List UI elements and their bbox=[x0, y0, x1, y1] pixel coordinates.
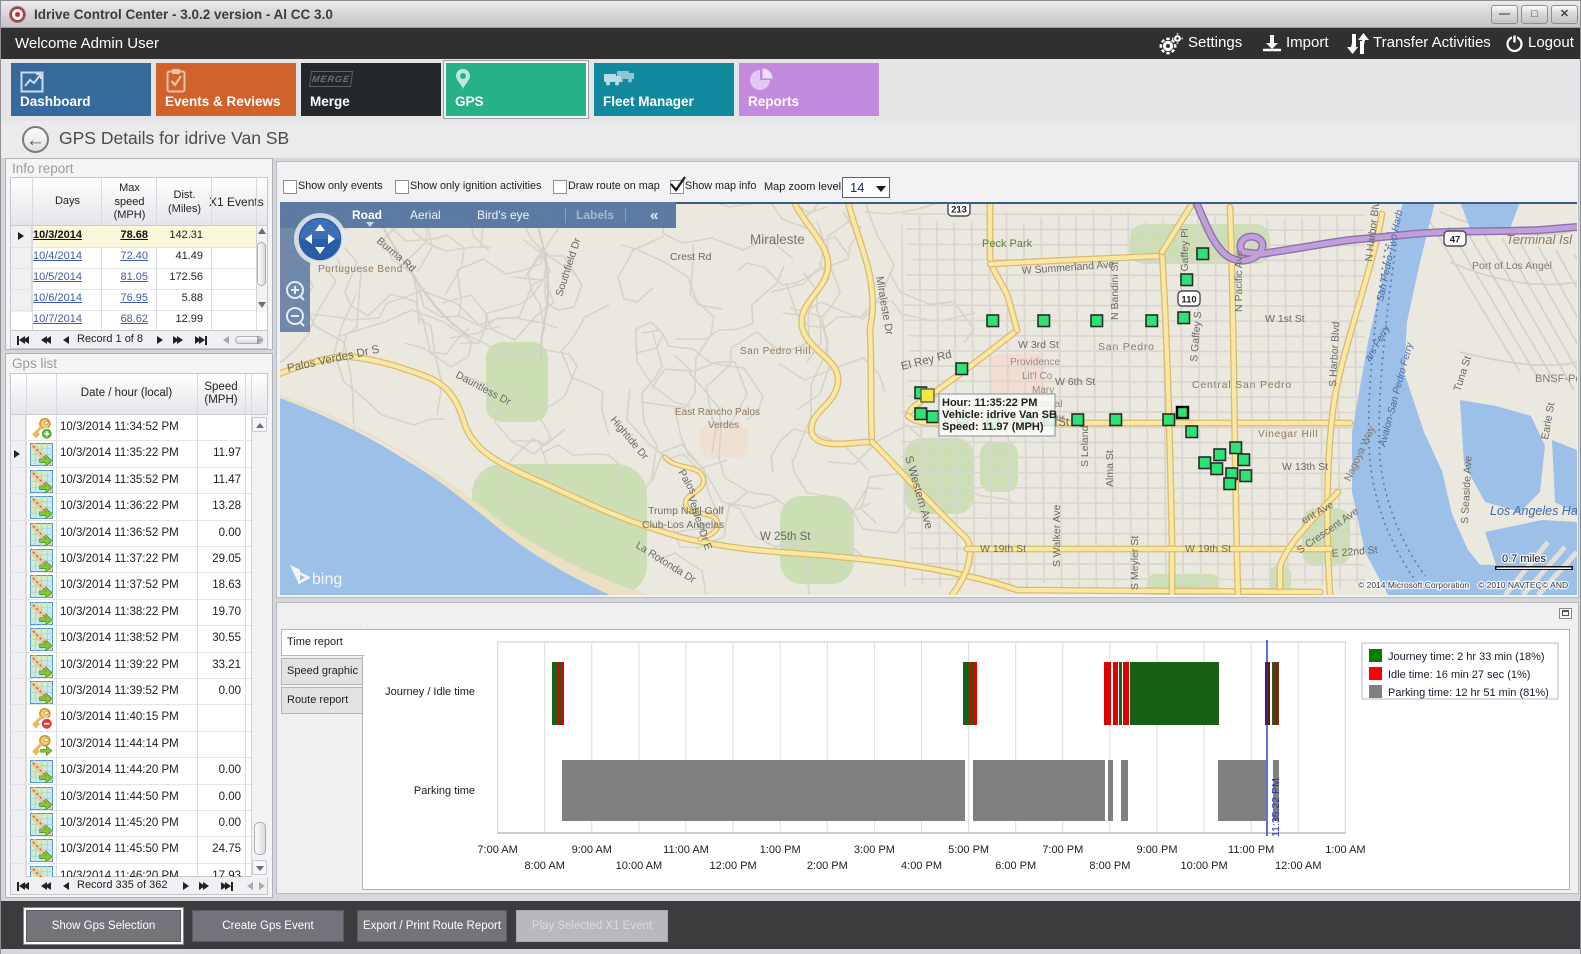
svg-text:Idle time: 16 min 27 sec (1%): Idle time: 16 min 27 sec (1%) bbox=[1388, 669, 1530, 681]
svg-text:6:00 PM: 6:00 PM bbox=[995, 860, 1036, 872]
svg-text:Providence: Providence bbox=[1010, 357, 1060, 368]
svg-text:12:00 PM: 12:00 PM bbox=[710, 860, 757, 872]
svg-text:0.7 miles: 0.7 miles bbox=[1502, 553, 1547, 565]
svg-text:8:00 PM: 8:00 PM bbox=[1089, 860, 1130, 872]
svg-text:Parking time: Parking time bbox=[414, 785, 475, 797]
svg-text:© AND: © AND bbox=[1542, 580, 1568, 590]
svg-text:213: 213 bbox=[951, 205, 967, 216]
svg-text:Port of Los Angel: Port of Los Angel bbox=[1472, 260, 1552, 272]
svg-text:W 19th St: W 19th St bbox=[980, 543, 1026, 555]
svg-text:3:00 PM: 3:00 PM bbox=[854, 844, 895, 856]
svg-text:W 13th St: W 13th St bbox=[1282, 461, 1328, 473]
svg-text:8:00 AM: 8:00 AM bbox=[525, 860, 565, 872]
svg-text:© 2010 NAVTEQ: © 2010 NAVTEQ bbox=[1478, 580, 1543, 590]
svg-text:7:00 AM: 7:00 AM bbox=[477, 844, 517, 856]
svg-text:Central San Pedro: Central San Pedro bbox=[1192, 379, 1292, 391]
svg-text:East Rancho Palos: East Rancho Palos bbox=[675, 407, 760, 418]
svg-text:Vehicle: idrive Van SB: Vehicle: idrive Van SB bbox=[942, 409, 1057, 421]
svg-text:N Pacific Ave: N Pacific Ave bbox=[1233, 250, 1245, 312]
svg-text:W 3rd St: W 3rd St bbox=[1018, 339, 1059, 351]
svg-text:«: « bbox=[650, 207, 658, 224]
svg-text:Los Angeles Harb: Los Angeles Harb bbox=[1490, 504, 1577, 518]
svg-text:10:00 PM: 10:00 PM bbox=[1181, 860, 1228, 872]
svg-text:47: 47 bbox=[1450, 235, 1461, 246]
svg-text:Verdes: Verdes bbox=[708, 420, 739, 431]
svg-text:Hour: 11:35:22 PM: Hour: 11:35:22 PM bbox=[942, 397, 1037, 409]
svg-text:11:00 AM: 11:00 AM bbox=[663, 844, 709, 856]
svg-text:N Bandini St: N Bandini St bbox=[1109, 262, 1121, 320]
svg-text:Terminal Isl: Terminal Isl bbox=[1506, 232, 1573, 247]
svg-text:12:00 AM: 12:00 AM bbox=[1275, 860, 1321, 872]
svg-text:Vinegar Hill: Vinegar Hill bbox=[1258, 429, 1319, 440]
svg-text:S Leland: S Leland bbox=[1079, 425, 1091, 467]
svg-text:1:00 PM: 1:00 PM bbox=[760, 844, 801, 856]
svg-text:10:00 AM: 10:00 AM bbox=[616, 860, 662, 872]
svg-text:Speed: 11.97 (MPH): Speed: 11.97 (MPH) bbox=[942, 421, 1044, 433]
svg-text:Trump Nat'l Golf: Trump Nat'l Golf bbox=[648, 505, 724, 517]
svg-text:San Pedro Hill: San Pedro Hill bbox=[740, 346, 811, 357]
svg-text:Road: Road bbox=[352, 208, 382, 222]
svg-text:Alma St: Alma St bbox=[1104, 450, 1116, 487]
svg-text:Bird's eye: Bird's eye bbox=[477, 208, 530, 222]
svg-text:W 1st St: W 1st St bbox=[1265, 313, 1305, 325]
svg-text:Aerial: Aerial bbox=[410, 208, 441, 222]
svg-text:11:35:22 PM: 11:35:22 PM bbox=[1270, 778, 1282, 837]
svg-text:1:00 AM: 1:00 AM bbox=[1325, 844, 1365, 856]
svg-text:2:00 PM: 2:00 PM bbox=[807, 860, 848, 872]
svg-text:S Meyler St: S Meyler St bbox=[1129, 536, 1141, 590]
svg-text:Lit'l Co: Lit'l Co bbox=[1022, 371, 1053, 382]
svg-text:San Pedro: San Pedro bbox=[1098, 341, 1155, 353]
svg-text:© 2014 Microsoft Corporation: © 2014 Microsoft Corporation bbox=[1358, 580, 1469, 590]
svg-text:9:00 PM: 9:00 PM bbox=[1137, 844, 1178, 856]
svg-text:7:00 PM: 7:00 PM bbox=[1042, 844, 1083, 856]
svg-text:Portuguese Bend: Portuguese Bend bbox=[318, 264, 403, 275]
svg-text:W 19th St: W 19th St bbox=[1185, 543, 1231, 555]
svg-text:9:00 AM: 9:00 AM bbox=[572, 844, 612, 856]
svg-text:S Walker Ave: S Walker Ave bbox=[1051, 504, 1063, 567]
svg-text:Journey time: 2 hr 33 min (18%: Journey time: 2 hr 33 min (18%) bbox=[1388, 651, 1545, 663]
svg-text:11:00 PM: 11:00 PM bbox=[1228, 844, 1274, 856]
svg-text:BNSF-Port: BNSF-Port bbox=[1535, 373, 1577, 385]
svg-text:Crest Rd: Crest Rd bbox=[670, 251, 712, 263]
svg-text:Peck Park: Peck Park bbox=[982, 238, 1033, 250]
svg-text:Miraleste: Miraleste bbox=[750, 232, 805, 247]
svg-text:110: 110 bbox=[1181, 295, 1196, 306]
svg-text:5:00 PM: 5:00 PM bbox=[948, 844, 989, 856]
svg-text:Parking time: 12 hr 51 min (81: Parking time: 12 hr 51 min (81%) bbox=[1388, 687, 1549, 699]
svg-text:4:00 PM: 4:00 PM bbox=[901, 860, 942, 872]
svg-text:Labels: Labels bbox=[576, 208, 614, 222]
svg-text:W 6th St: W 6th St bbox=[1055, 376, 1095, 388]
svg-text:Club-Los Angelas: Club-Los Angelas bbox=[642, 519, 724, 531]
svg-text:Journey / Idle time: Journey / Idle time bbox=[385, 686, 475, 698]
svg-text:W 25th St: W 25th St bbox=[760, 531, 811, 543]
svg-text:bing: bing bbox=[312, 571, 342, 588]
